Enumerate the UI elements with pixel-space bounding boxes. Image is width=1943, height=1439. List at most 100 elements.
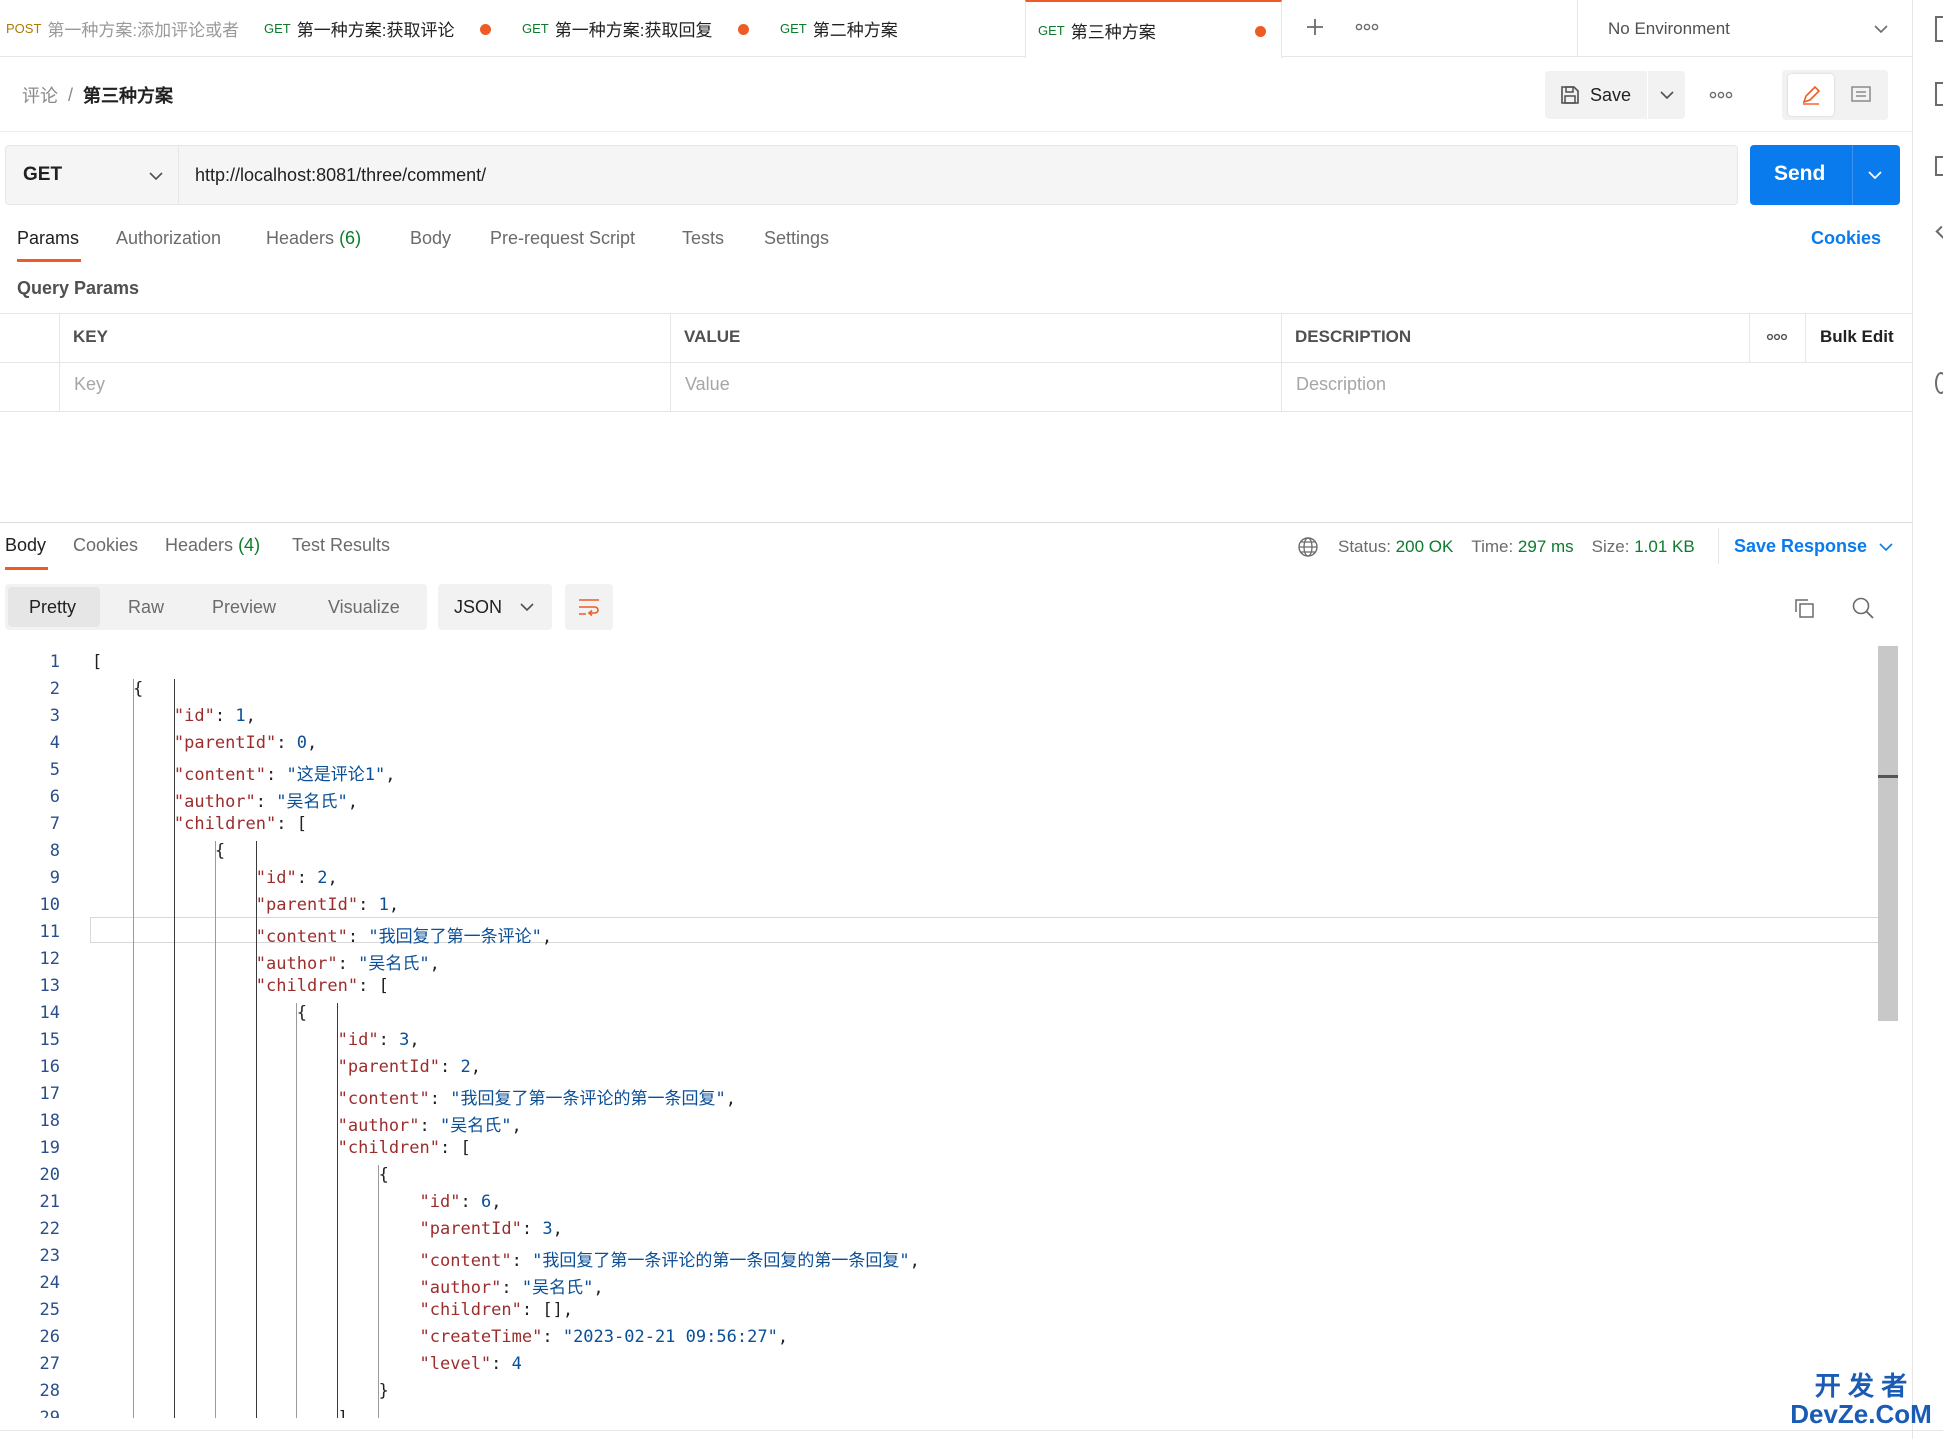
line-number: 16 [39, 1057, 60, 1077]
request-tab[interactable]: GET 第二种方案 [774, 0, 1024, 57]
code-line: "author": "吴名氏", [419, 1278, 604, 1298]
scrollbar-marker [1878, 775, 1898, 778]
tab-body[interactable]: Body [410, 228, 451, 249]
code-line: [ [92, 652, 103, 672]
code-line: "createTime": "2023-02-21 09:56:27", [419, 1327, 789, 1347]
save-button[interactable]: Save [1545, 71, 1647, 119]
line-number: 26 [39, 1327, 60, 1347]
mode-pretty[interactable]: Pretty [29, 597, 76, 618]
edit-pencil-icon[interactable] [1788, 74, 1834, 116]
line-number: 20 [39, 1165, 60, 1185]
documentation-icon[interactable] [1935, 82, 1943, 106]
comments-sidebar-icon[interactable] [1935, 156, 1943, 176]
method-select[interactable]: GET [5, 145, 179, 205]
request-tab[interactable]: GET 第一种方案:获取回复 [516, 0, 766, 57]
breadcrumb-collection[interactable]: 评论 [22, 82, 58, 108]
divider [1281, 313, 1282, 411]
save-response-button[interactable]: Save Response [1734, 536, 1893, 557]
environment-selector[interactable]: No Environment [1608, 16, 1888, 42]
code-line: "children": [ [255, 976, 389, 996]
editor-scrollbar-thumb[interactable] [1878, 646, 1898, 1021]
line-number: 4 [49, 733, 60, 753]
tab-method: POST [6, 21, 42, 36]
tab-tests[interactable]: Tests [682, 228, 724, 249]
response-tab-body[interactable]: Body [5, 535, 46, 556]
more-actions-icon[interactable] [1705, 82, 1737, 108]
param-value-input[interactable]: Value [685, 374, 730, 395]
code-line: "parentId": 1, [255, 895, 400, 915]
save-options-dropdown[interactable] [1648, 71, 1685, 119]
param-description-input[interactable]: Description [1296, 374, 1386, 395]
request-tab-active[interactable]: GET 第三种方案 [1025, 0, 1282, 58]
line-number: 7 [49, 814, 60, 834]
globe-icon[interactable] [1296, 535, 1320, 559]
more-tabs-icon[interactable] [1352, 12, 1382, 42]
pane-divider[interactable] [0, 522, 1912, 523]
code-line: "parentId": 2, [337, 1057, 481, 1077]
bulk-edit-button[interactable]: Bulk Edit [1820, 327, 1894, 347]
info-sidebar-icon[interactable] [1935, 372, 1943, 394]
mode-raw[interactable]: Raw [128, 597, 164, 618]
chevron-down-icon[interactable] [1868, 171, 1882, 179]
format-select[interactable]: JSON [438, 584, 552, 630]
time-text[interactable]: Time: 297 ms [1471, 537, 1573, 557]
mode-visualize[interactable]: Visualize [328, 597, 400, 618]
code-line: "parentId": 3, [419, 1219, 563, 1239]
comments-icon[interactable] [1838, 74, 1884, 116]
copy-icon[interactable] [1790, 594, 1818, 622]
code-line: } [92, 1381, 389, 1401]
request-tab[interactable]: GET 第一种方案:获取评论 [258, 0, 508, 57]
response-body-editor[interactable]: 1 2 3 4 5 6 7 8 9 10 11 12 13 14 15 16 17 18 19 20 21 22 23 24 2… [0, 646, 1900, 1418]
environment-label: No Environment [1608, 19, 1730, 38]
indent-guide [132, 679, 134, 1418]
tab-settings[interactable]: Settings [764, 228, 829, 249]
line-number: 17 [39, 1084, 60, 1104]
response-tab-headers[interactable]: Headers (4) [165, 535, 260, 556]
send-label: Send [1774, 162, 1826, 185]
mode-preview[interactable]: Preview [212, 597, 276, 618]
tab-headers[interactable]: Headers (6) [266, 228, 361, 249]
response-tab-test-results[interactable]: Test Results [292, 535, 390, 556]
line-number: 6 [49, 787, 60, 807]
response-meta: Status: 200 OK Time: 297 ms Size: 1.01 K… [1338, 537, 1695, 557]
send-button[interactable]: Send [1750, 145, 1900, 205]
column-header-key: KEY [73, 327, 108, 346]
line-number: 15 [39, 1030, 60, 1050]
search-icon[interactable] [1849, 594, 1877, 622]
line-number: 10 [39, 895, 60, 915]
new-tab-plus-icon[interactable] [1300, 12, 1330, 42]
unsaved-dot-icon [1255, 26, 1266, 37]
column-options-icon[interactable] [1762, 327, 1792, 347]
wrap-lines-icon[interactable] [565, 584, 613, 630]
line-number: 25 [39, 1300, 60, 1320]
divider [670, 313, 671, 411]
sidebar-panel-icon[interactable] [1935, 16, 1943, 42]
divider [1718, 528, 1719, 564]
response-tab-cookies[interactable]: Cookies [73, 535, 138, 556]
tab-authorization[interactable]: Authorization [116, 228, 221, 249]
status-text[interactable]: Status: 200 OK [1338, 537, 1453, 557]
line-number: 5 [49, 760, 60, 780]
code-line: { [92, 679, 144, 699]
tab-params[interactable]: Params [17, 228, 79, 249]
watermark-text: 开 发 者 DevZe.CoM [1790, 1371, 1932, 1429]
code-line: ] [92, 1408, 348, 1418]
response-headers-label: Headers [165, 535, 234, 555]
line-number: 8 [49, 841, 60, 861]
code-line: "author": "吴名氏", [255, 954, 440, 974]
request-tab[interactable]: POST 第一种方案:添加评论或者 [0, 0, 250, 57]
param-key-input[interactable]: Key [74, 374, 105, 395]
tab-pre-request-script[interactable]: Pre-request Script [490, 228, 635, 249]
divider [1852, 145, 1853, 205]
size-text[interactable]: Size: 1.01 KB [1592, 537, 1695, 557]
code-sidebar-icon[interactable] [1935, 225, 1943, 242]
url-input[interactable]: http://localhost:8081/three/comment/ [179, 145, 1738, 205]
line-number: 19 [39, 1138, 60, 1158]
chevron-down-icon [1879, 542, 1893, 551]
indent-guide [214, 841, 216, 1418]
chevron-down-icon [1874, 25, 1888, 33]
status-value: 200 OK [1395, 537, 1454, 556]
code-line: { [92, 1165, 389, 1185]
breadcrumb-request-name[interactable]: 第三种方案 [83, 82, 173, 108]
cookies-link[interactable]: Cookies [1811, 228, 1881, 249]
